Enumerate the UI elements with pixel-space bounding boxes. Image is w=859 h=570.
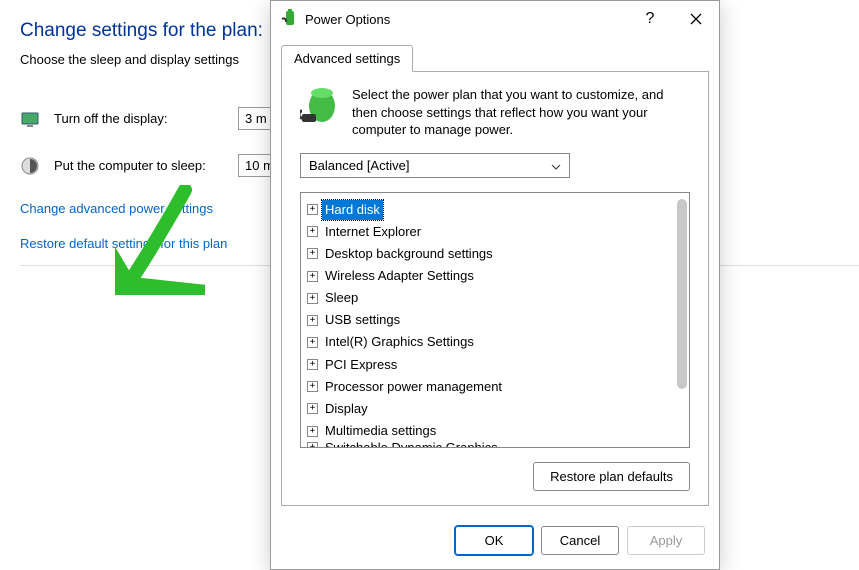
tree-item-label: Display xyxy=(322,399,371,419)
tree-item[interactable]: + Processor power management xyxy=(305,376,687,398)
expand-icon[interactable]: + xyxy=(307,248,318,259)
tab-advanced-settings[interactable]: Advanced settings xyxy=(281,45,413,72)
tree-item-label: Sleep xyxy=(322,288,361,308)
tab-strip: Advanced settings xyxy=(271,37,719,72)
cancel-button[interactable]: Cancel xyxy=(541,526,619,555)
sleep-icon xyxy=(20,156,40,176)
tree-item[interactable]: + Internet Explorer xyxy=(305,221,687,243)
expand-icon[interactable]: + xyxy=(307,204,318,215)
tree-item[interactable]: + Wireless Adapter Settings xyxy=(305,265,687,287)
tree-item-label: Multimedia settings xyxy=(322,421,439,441)
display-icon xyxy=(20,109,40,129)
tree-item-label: PCI Express xyxy=(322,355,400,375)
tree-item[interactable]: + PCI Express xyxy=(305,354,687,376)
battery-icon xyxy=(281,9,299,30)
tree-item[interactable]: + Multimedia settings xyxy=(305,420,687,442)
chevron-down-icon xyxy=(551,158,561,173)
tree-item-label: Switchable Dynamic Graphics xyxy=(322,442,501,447)
expand-icon[interactable]: + xyxy=(307,403,318,414)
tree-item[interactable]: + Desktop background settings xyxy=(305,243,687,265)
tree-item-label: Internet Explorer xyxy=(322,222,424,242)
display-off-label: Turn off the display: xyxy=(54,111,224,126)
tab-panel: Select the power plan that you want to c… xyxy=(281,71,709,506)
tree-item[interactable]: + Intel(R) Graphics Settings xyxy=(305,331,687,353)
close-button[interactable] xyxy=(673,1,719,37)
tree-item[interactable]: + Hard disk xyxy=(305,199,687,221)
tree-item-label: Desktop background settings xyxy=(322,244,496,264)
power-plan-select[interactable]: Balanced [Active] xyxy=(300,153,570,178)
expand-icon[interactable]: + xyxy=(307,381,318,392)
tree-item-label: Wireless Adapter Settings xyxy=(322,266,477,286)
intro-text: Select the power plan that you want to c… xyxy=(352,86,690,139)
sleep-label: Put the computer to sleep: xyxy=(54,158,224,173)
tree-item-label: Intel(R) Graphics Settings xyxy=(322,332,477,352)
expand-icon[interactable]: + xyxy=(307,442,318,447)
expand-icon[interactable]: + xyxy=(307,337,318,348)
scrollbar-thumb[interactable] xyxy=(677,199,687,389)
apply-button[interactable]: Apply xyxy=(627,526,705,555)
plan-select-value: Balanced [Active] xyxy=(309,158,409,173)
dialog-title: Power Options xyxy=(299,12,627,27)
tree-item-label: USB settings xyxy=(322,310,403,330)
expand-icon[interactable]: + xyxy=(307,359,318,370)
expand-icon[interactable]: + xyxy=(307,226,318,237)
expand-icon[interactable]: + xyxy=(307,315,318,326)
power-plan-icon xyxy=(300,86,338,139)
help-button[interactable]: ? xyxy=(627,1,673,37)
tree-item[interactable]: + USB settings xyxy=(305,309,687,331)
close-icon xyxy=(690,13,702,25)
tree-item[interactable]: + Sleep xyxy=(305,287,687,309)
tree-item-label: Processor power management xyxy=(322,377,505,397)
tree-item[interactable]: + Display xyxy=(305,398,687,420)
expand-icon[interactable]: + xyxy=(307,293,318,304)
expand-icon[interactable]: + xyxy=(307,426,318,437)
ok-button[interactable]: OK xyxy=(455,526,533,555)
power-options-dialog: Power Options ? Advanced settings Select… xyxy=(270,0,720,570)
expand-icon[interactable]: + xyxy=(307,271,318,282)
dialog-footer: OK Cancel Apply xyxy=(271,516,719,569)
tree-item-label: Hard disk xyxy=(322,200,383,220)
tree-item[interactable]: + Switchable Dynamic Graphics xyxy=(305,442,687,447)
restore-plan-defaults-button[interactable]: Restore plan defaults xyxy=(533,462,690,491)
settings-tree[interactable]: + Hard disk + Internet Explorer + Desktop bac… xyxy=(300,192,690,448)
titlebar: Power Options ? xyxy=(271,1,719,37)
intro-row: Select the power plan that you want to c… xyxy=(300,86,690,139)
